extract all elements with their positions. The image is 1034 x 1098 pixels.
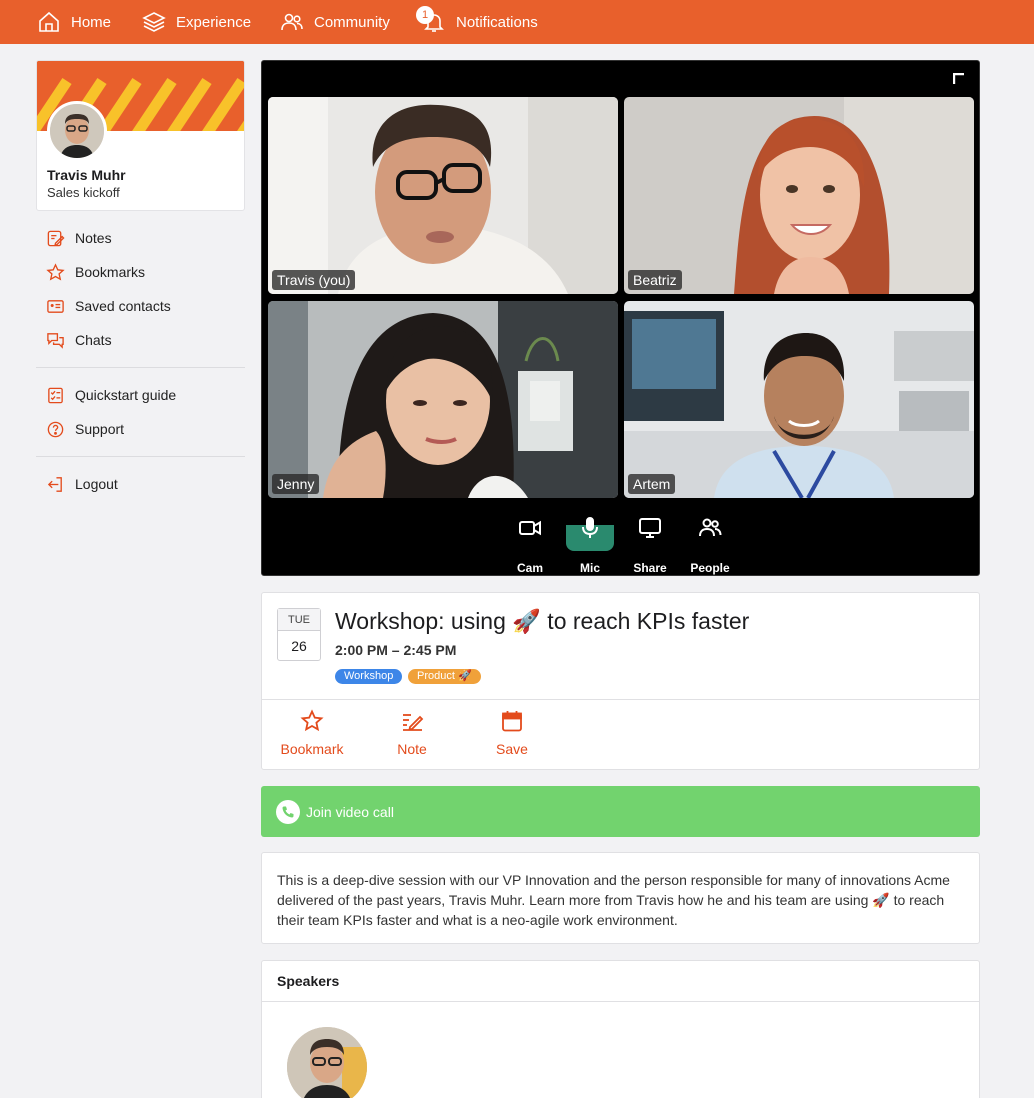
sidebar-item-label: Quickstart guide xyxy=(75,387,177,403)
sidebar-item-notes[interactable]: Notes xyxy=(46,226,112,250)
sidebar-item-support[interactable]: Support xyxy=(46,417,124,441)
nav-community[interactable]: Community xyxy=(280,0,390,44)
event-time: 2:00 PM – 2:45 PM xyxy=(335,642,457,658)
notes-icon xyxy=(47,230,65,246)
people-icon xyxy=(699,518,722,537)
mic-label: Mic xyxy=(579,561,600,575)
event-divider xyxy=(262,699,979,700)
event-date-day: 26 xyxy=(291,638,307,654)
participant-name: Beatriz xyxy=(628,270,682,290)
participant-tile[interactable]: Beatriz xyxy=(624,97,974,294)
avatar xyxy=(47,101,107,161)
sidebar-divider xyxy=(36,456,245,457)
users-icon xyxy=(281,13,303,31)
participant-name: Travis (you) xyxy=(272,270,356,290)
sidebar-item-label: Bookmarks xyxy=(75,264,146,280)
star-icon xyxy=(46,262,65,280)
participant-video xyxy=(268,97,618,294)
participant-video xyxy=(624,97,974,294)
description-text: This is a deep-dive session with our VP … xyxy=(277,872,950,928)
sidebar-divider xyxy=(36,367,245,368)
checklist-icon xyxy=(48,387,63,403)
participant-video xyxy=(268,301,618,498)
expand-icon[interactable] xyxy=(953,73,965,85)
profile-card[interactable]: Travis Muhr Sales kickoff xyxy=(36,60,245,211)
event-title: Workshop: using 🚀 to reach KPIs faster xyxy=(335,608,750,634)
help-icon xyxy=(47,421,64,437)
participant-tile[interactable]: Travis (you) xyxy=(268,97,618,294)
sidebar-item-logout[interactable]: Logout xyxy=(46,472,118,496)
profile-subtitle: Sales kickoff xyxy=(47,185,120,200)
sidebar-item-label: Chats xyxy=(75,332,112,348)
participant-tile[interactable]: Artem xyxy=(624,301,974,498)
contact-card-icon xyxy=(47,299,64,313)
nav-notifications[interactable]: 1 Notifications xyxy=(416,0,538,44)
sidebar-item-label: Logout xyxy=(75,476,118,492)
home-icon xyxy=(39,11,59,32)
chat-icon xyxy=(47,332,64,349)
sidebar-item-label: Support xyxy=(75,421,125,437)
bookmark-button[interactable]: Bookmark xyxy=(272,709,352,757)
calendar-icon xyxy=(502,711,522,732)
save-label: Save xyxy=(496,741,528,757)
video-call-panel: Travis (you) Beatriz Jenny Artem Cam Mic… xyxy=(261,60,980,576)
people-button[interactable]: People xyxy=(685,515,735,575)
speakers-title: Speakers xyxy=(277,973,340,989)
logout-icon xyxy=(47,476,62,492)
sidebar-item-label: Saved contacts xyxy=(75,298,171,314)
nav-experience-label: Experience xyxy=(176,13,252,31)
save-button[interactable]: Save xyxy=(472,709,552,757)
notification-badge: 1 xyxy=(416,6,434,24)
speakers-divider xyxy=(262,1001,979,1002)
top-nav: Home Experience Community 1 Notification… xyxy=(0,0,1034,44)
participant-name: Artem xyxy=(628,474,676,494)
people-label: People xyxy=(690,561,730,575)
sidebar-item-bookmarks[interactable]: Bookmarks xyxy=(46,260,145,284)
note-label: Note xyxy=(397,741,427,757)
event-date: TUE 26 xyxy=(277,608,321,661)
camera-icon xyxy=(519,520,541,536)
sidebar-item-saved-contacts[interactable]: Saved contacts xyxy=(46,294,171,318)
nav-home[interactable]: Home xyxy=(37,0,111,44)
tag-product[interactable]: Product 🚀 xyxy=(408,669,481,684)
event-card: TUE 26 Workshop: using 🚀 to reach KPIs f… xyxy=(261,592,980,770)
sidebar-item-label: Notes xyxy=(75,230,112,246)
share-label: Share xyxy=(633,561,667,575)
phone-icon xyxy=(276,799,300,824)
nav-notifications-label: Notifications xyxy=(456,13,538,31)
screen-share-icon xyxy=(639,518,661,538)
tag-workshop[interactable]: Workshop xyxy=(335,669,403,684)
event-description: This is a deep-dive session with our VP … xyxy=(261,852,980,944)
participant-video xyxy=(624,301,974,498)
participant-name: Jenny xyxy=(272,474,320,494)
note-button[interactable]: Note xyxy=(372,709,452,757)
microphone-icon xyxy=(582,517,598,538)
sidebar-item-chats[interactable]: Chats xyxy=(46,328,112,352)
bookmark-label: Bookmark xyxy=(280,741,344,757)
nav-experience[interactable]: Experience xyxy=(142,0,251,44)
layers-icon xyxy=(142,12,166,32)
speaker-avatar[interactable] xyxy=(287,1027,367,1098)
share-button[interactable]: Share xyxy=(625,515,675,575)
join-video-call-button[interactable]: Join video call xyxy=(261,786,980,837)
speakers-card: Speakers xyxy=(261,960,980,1098)
nav-community-label: Community xyxy=(314,13,390,31)
profile-name: Travis Muhr xyxy=(47,167,126,183)
cam-button[interactable]: Cam xyxy=(505,515,555,575)
sidebar-item-quickstart-guide[interactable]: Quickstart guide xyxy=(46,383,176,407)
mic-button[interactable]: Mic xyxy=(565,515,615,575)
event-date-weekday: TUE xyxy=(278,609,320,631)
participant-tile[interactable]: Jenny xyxy=(268,301,618,498)
star-icon xyxy=(300,709,324,732)
nav-home-label: Home xyxy=(71,13,112,31)
edit-note-icon xyxy=(403,714,424,731)
cam-label: Cam xyxy=(516,561,543,575)
join-label: Join video call xyxy=(306,803,394,820)
